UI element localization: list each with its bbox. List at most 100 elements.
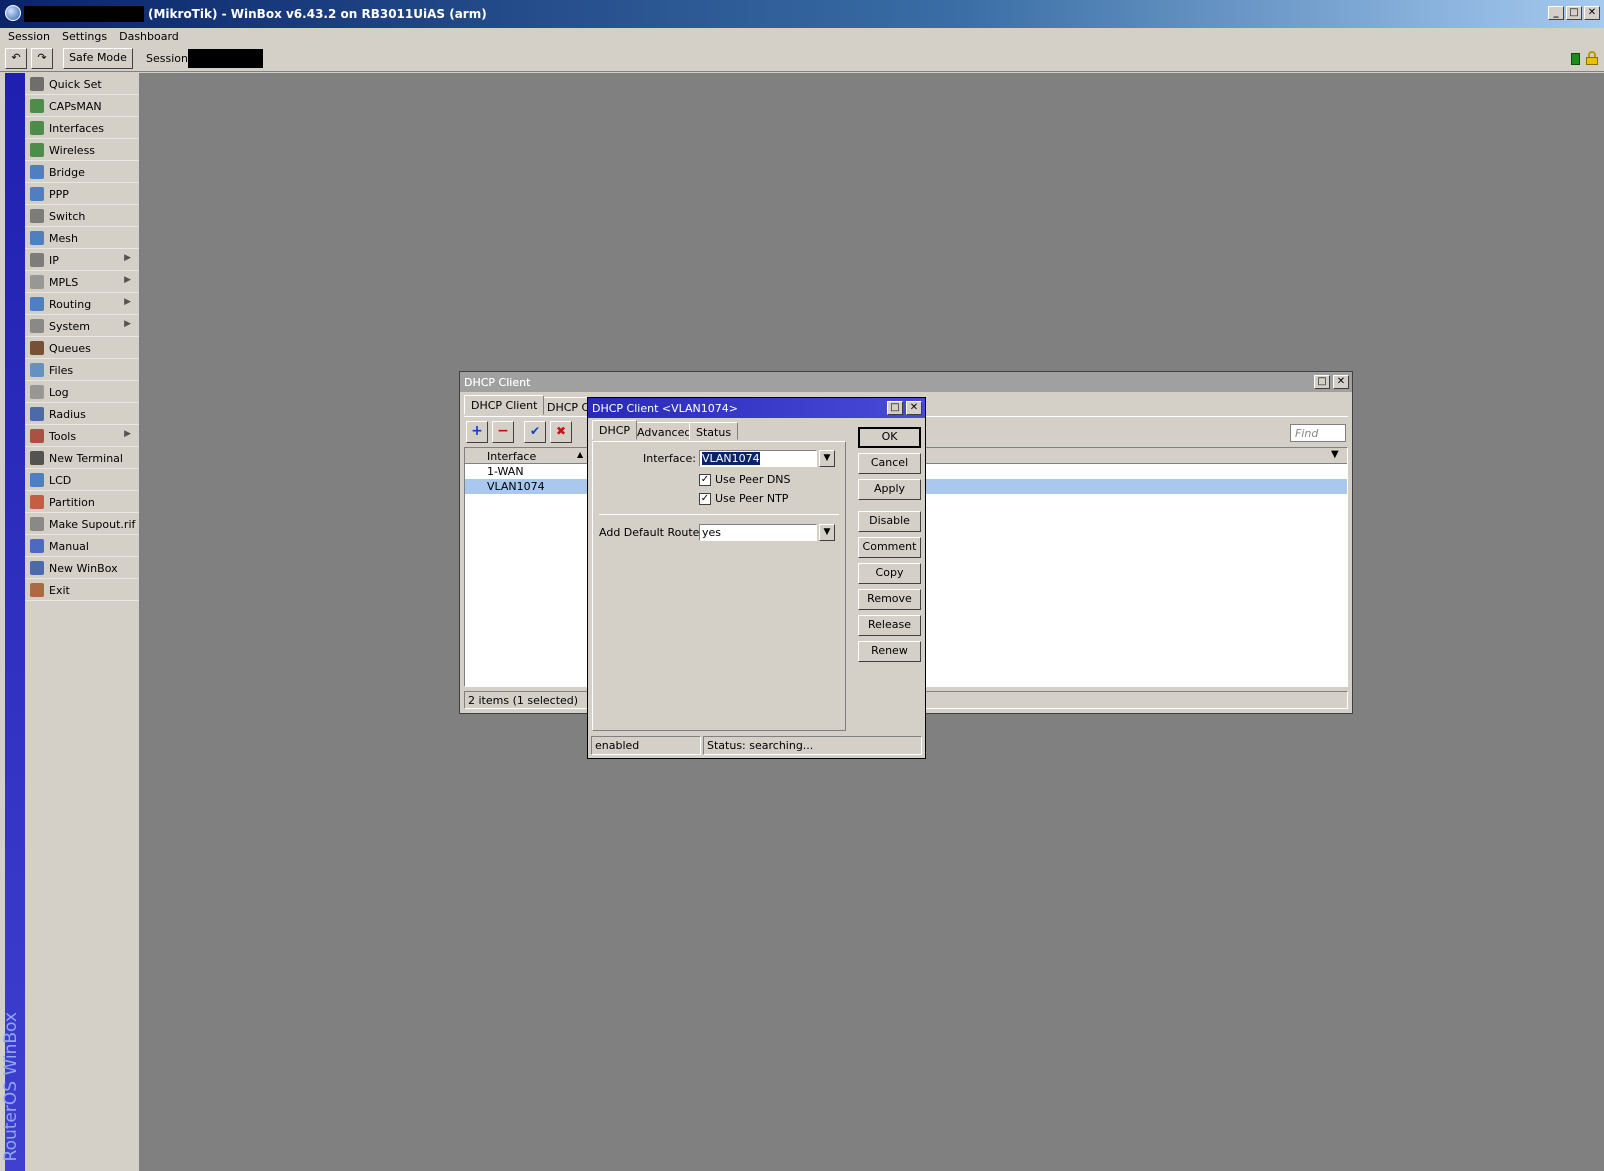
interface-value: VLAN1074 <box>702 452 760 465</box>
sidebar-item-quick-set[interactable]: Quick Set <box>25 73 139 95</box>
lock-icon <box>1586 51 1598 65</box>
use-peer-ntp-checkbox[interactable]: ✓ <box>699 493 711 505</box>
brand-label: RouterOS WinBox <box>1 1011 21 1161</box>
close-icon[interactable]: ✕ <box>1584 6 1600 20</box>
sidebar-item-mpls[interactable]: MPLS ▶ <box>25 271 139 293</box>
safe-mode-button[interactable]: Safe Mode <box>63 48 133 69</box>
remove-icon[interactable]: − <box>492 421 514 443</box>
sidebar-item-capsman[interactable]: CAPsMAN <box>25 95 139 117</box>
sidebar-item-label: New WinBox <box>49 562 118 575</box>
sidebar-item-make-supout-rif[interactable]: Make Supout.rif <box>25 513 139 535</box>
menu-settings[interactable]: Settings <box>54 28 111 43</box>
tab-dhcp-client[interactable]: DHCP Client <box>464 395 545 415</box>
exit-icon <box>30 583 44 597</box>
sidebar-item-label: Routing <box>49 298 92 311</box>
title-bar[interactable]: (MikroTik) - WinBox v6.43.2 on RB3011UiA… <box>0 0 1604 28</box>
sidebar-item-label: Switch <box>49 210 86 223</box>
sidebar-item-label: Queues <box>49 342 91 355</box>
sidebar-item-lcd[interactable]: LCD <box>25 469 139 491</box>
renew-button[interactable]: Renew <box>858 641 921 662</box>
submenu-arrow-icon: ▶ <box>124 253 131 263</box>
disable-icon[interactable]: ✖ <box>550 421 572 443</box>
log-icon <box>30 385 44 399</box>
sidebar-item-label: IP <box>49 254 59 267</box>
interface-dropdown-icon[interactable]: ▼ <box>819 450 835 467</box>
row-interface: VLAN1074 <box>487 480 545 493</box>
sidebar-item-exit[interactable]: Exit <box>25 579 139 601</box>
sidebar-item-log[interactable]: Log <box>25 381 139 403</box>
sidebar-item-label: Files <box>49 364 74 377</box>
sidebar-item-radius[interactable]: Radius <box>25 403 139 425</box>
enable-icon[interactable]: ✔ <box>524 421 546 443</box>
manual-icon <box>30 539 44 553</box>
release-button[interactable]: Release <box>858 615 921 636</box>
dhcp-window-titlebar[interactable]: DHCP Client □ ✕ <box>460 372 1352 392</box>
default-route-dropdown-icon[interactable]: ▼ <box>819 524 835 541</box>
sidebar-item-interfaces[interactable]: Interfaces <box>25 117 139 139</box>
session-label: Session: <box>146 52 192 65</box>
close-icon[interactable]: ✕ <box>1333 375 1349 389</box>
find-input[interactable]: Find <box>1290 424 1346 442</box>
maximize-icon[interactable]: □ <box>1314 375 1330 389</box>
sidebar-item-label: Partition <box>49 496 95 509</box>
menu-session[interactable]: Session <box>0 28 54 43</box>
disable-button[interactable]: Disable <box>858 511 921 532</box>
sort-icon: ▲ <box>577 450 584 459</box>
sidebar-item-new-winbox[interactable]: New WinBox <box>25 557 139 579</box>
comment-button[interactable]: Comment <box>858 537 921 558</box>
interface-select[interactable]: VLAN1074 <box>699 450 817 467</box>
divider <box>599 514 839 515</box>
sidebar-item-wireless[interactable]: Wireless <box>25 139 139 161</box>
winbox-app-icon <box>5 5 21 21</box>
copy-button[interactable]: Copy <box>858 563 921 584</box>
column-interface[interactable]: Interface <box>487 450 536 463</box>
column-chooser-icon[interactable]: ▼ <box>1331 449 1345 460</box>
submenu-arrow-icon: ▶ <box>124 275 131 285</box>
session-field[interactable] <box>188 49 263 68</box>
sidebar-item-bridge[interactable]: Bridge <box>25 161 139 183</box>
sidebar-item-label: Make Supout.rif <box>49 518 136 531</box>
sidebar-item-partition[interactable]: Partition <box>25 491 139 513</box>
ok-button[interactable]: OK <box>858 427 921 448</box>
queues-icon <box>30 341 44 355</box>
cancel-button[interactable]: Cancel <box>858 453 921 474</box>
undo-button[interactable]: ↶ <box>5 48 27 69</box>
sidebar-item-routing[interactable]: Routing ▶ <box>25 293 139 315</box>
status-enabled: enabled <box>591 736 701 755</box>
sidebar-item-files[interactable]: Files <box>25 359 139 381</box>
use-peer-dns-checkbox[interactable]: ✓ <box>699 474 711 486</box>
sidebar-item-mesh[interactable]: Mesh <box>25 227 139 249</box>
menu-dashboard[interactable]: Dashboard <box>111 28 183 43</box>
maximize-icon[interactable]: □ <box>1566 6 1582 20</box>
sidebar-item-label: Exit <box>49 584 70 597</box>
submenu-arrow-icon: ▶ <box>124 297 131 307</box>
sidebar-item-ppp[interactable]: PPP <box>25 183 139 205</box>
sidebar-item-switch[interactable]: Switch <box>25 205 139 227</box>
sidebar-item-new-terminal[interactable]: New Terminal <box>25 447 139 469</box>
undo-icon: ↶ <box>11 51 21 64</box>
tab-status[interactable]: Status <box>689 422 739 440</box>
sidebar-item-label: MPLS <box>49 276 79 289</box>
tab-dhcp[interactable]: DHCP <box>592 420 638 440</box>
quick-set-icon <box>30 77 44 91</box>
sidebar-item-system[interactable]: System ▶ <box>25 315 139 337</box>
sidebar-item-manual[interactable]: Manual <box>25 535 139 557</box>
apply-button[interactable]: Apply <box>858 479 921 500</box>
close-icon[interactable]: ✕ <box>906 401 922 415</box>
sidebar-item-queues[interactable]: Queues <box>25 337 139 359</box>
redo-button[interactable]: ↷ <box>31 48 53 69</box>
sidebar-item-label: New Terminal <box>49 452 123 465</box>
sidebar-item-label: Bridge <box>49 166 85 179</box>
add-icon[interactable]: + <box>466 421 488 443</box>
minimize-icon[interactable]: _ <box>1548 6 1564 20</box>
remove-button[interactable]: Remove <box>858 589 921 610</box>
ip-icon <box>30 253 44 267</box>
dhcp-client-edit-dialog: DHCP Client <VLAN1074> □ ✕ DHCP Advanced… <box>587 397 926 759</box>
maximize-icon[interactable]: □ <box>887 401 903 415</box>
winbox-icon <box>30 561 44 575</box>
sidebar-item-label: PPP <box>49 188 69 201</box>
sidebar-item-ip[interactable]: IP ▶ <box>25 249 139 271</box>
edit-dialog-titlebar[interactable]: DHCP Client <VLAN1074> □ ✕ <box>588 398 925 418</box>
default-route-select[interactable]: yes <box>699 524 817 541</box>
sidebar-item-tools[interactable]: Tools ▶ <box>25 425 139 447</box>
